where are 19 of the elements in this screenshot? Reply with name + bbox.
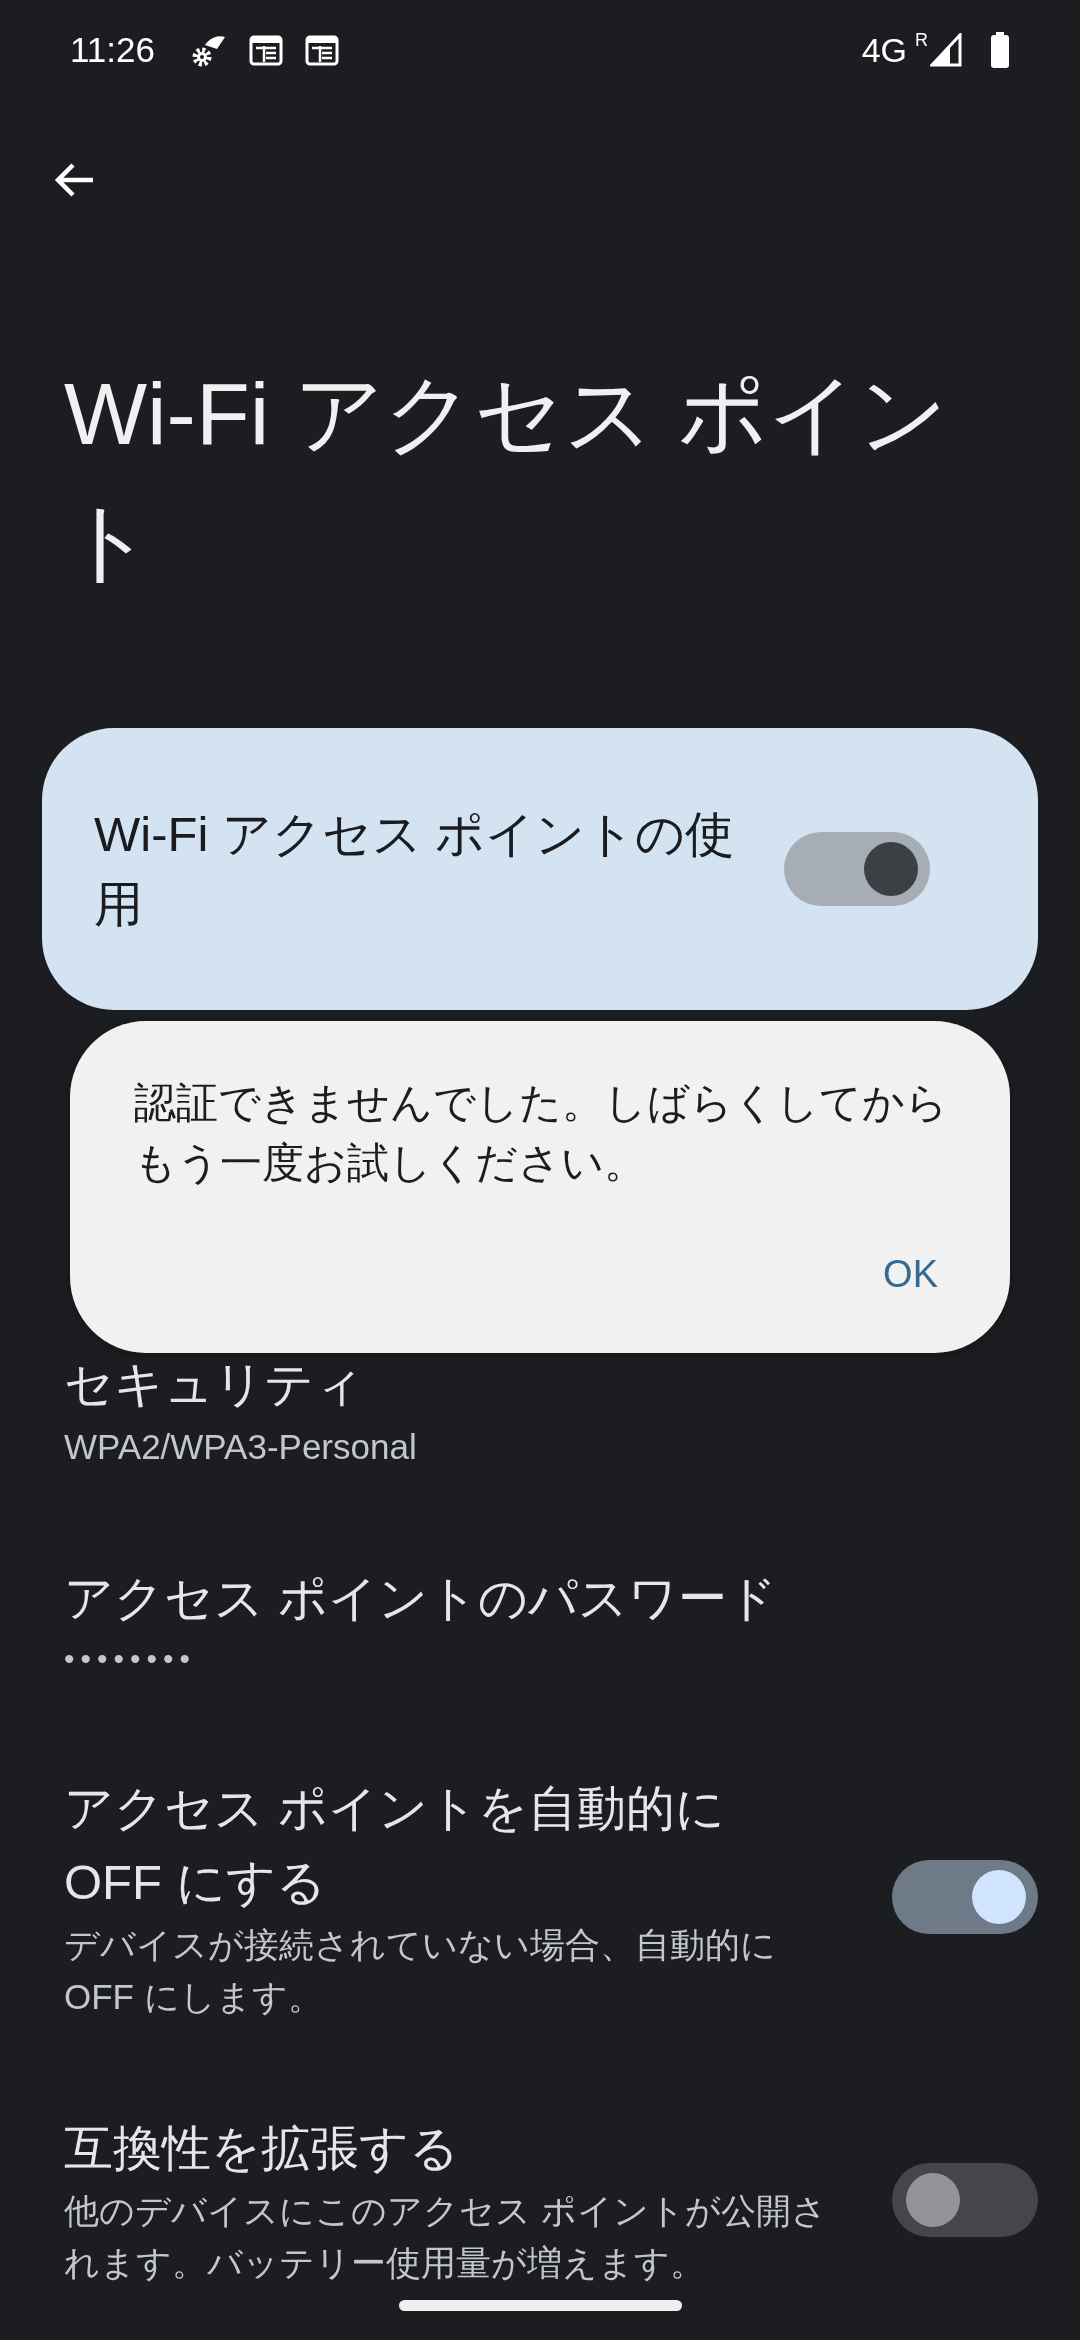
password-dots: •••••••• [64, 1641, 198, 1677]
battery-icon [990, 32, 1010, 68]
page-title: Wi-Fi アクセス ポイント [64, 363, 950, 593]
setting-title: セキュリティ [64, 1356, 365, 1413]
setting-title: 互換性を拡張する [64, 2120, 460, 2177]
roaming-indicator: R [915, 30, 928, 51]
dialog-message: 認証できませんでした。しばらくしてからもう一度お試しください。 [134, 1078, 949, 1188]
setting-title: アクセス ポイントを自動的に OFF にする [64, 1780, 726, 1911]
setting-summary: デバイスが接続されていない場合、自動的に OFF にします。 [64, 1924, 777, 2018]
gear-wifi-icon [191, 33, 227, 67]
network-type: 4G [861, 30, 907, 70]
setting-title: アクセス ポイントのパスワード [64, 1570, 778, 1627]
ok-button[interactable]: OK [871, 1245, 950, 1304]
status-time: 11:26 [70, 30, 155, 70]
setting-summary: 他のデバイスにこのアクセス ポイントが公開されます。バッテリー使用量が増えます。 [64, 2190, 828, 2284]
setting-summary: WPA2/WPA3-Personal [64, 1426, 418, 1468]
navigation-handle[interactable] [399, 2300, 682, 2311]
switch-label: Wi-Fi アクセス ポイントの使用 [94, 806, 736, 933]
signal-icon [930, 33, 962, 67]
